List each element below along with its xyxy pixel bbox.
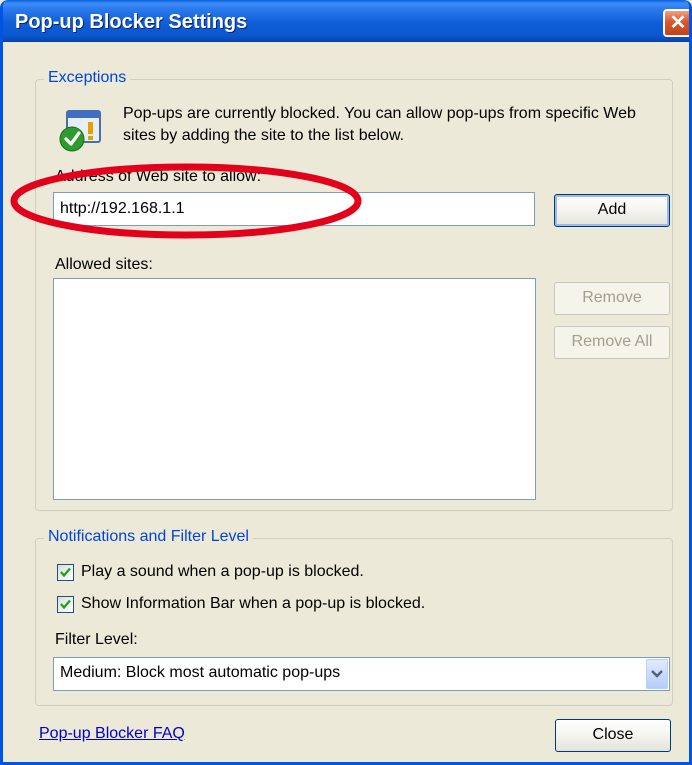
remove-button[interactable]: Remove — [554, 282, 670, 315]
add-button[interactable]: Add — [554, 194, 670, 227]
info-shield-icon — [59, 110, 101, 152]
allowed-sites-label: Allowed sites: — [55, 256, 153, 273]
allowed-sites-list[interactable] — [53, 278, 536, 500]
dropdown-arrow-icon[interactable] — [646, 659, 668, 689]
show-infobar-label[interactable]: Show Information Bar when a pop-up is bl… — [81, 595, 425, 613]
info-text: Pop-ups are currently blocked. You can a… — [123, 105, 636, 144]
checkmark-icon — [60, 567, 71, 578]
notifications-legend: Notifications and Filter Level — [44, 528, 253, 546]
checkmark-icon — [60, 599, 71, 610]
filter-level-select[interactable]: Medium: Block most automatic pop-ups — [53, 657, 670, 691]
filter-level-label: Filter Level: — [55, 631, 138, 648]
exceptions-legend: Exceptions — [44, 69, 131, 87]
play-sound-checkbox[interactable] — [57, 564, 74, 581]
title-bar[interactable]: Pop-up Blocker Settings — [3, 0, 689, 42]
address-input[interactable]: http://192.168.1.1 — [53, 192, 535, 226]
faq-link[interactable]: Pop-up Blocker FAQ — [39, 725, 185, 743]
address-label: Address of Web site to allow: — [55, 168, 262, 185]
close-button[interactable]: Close — [555, 719, 671, 752]
remove-all-button[interactable]: Remove All — [554, 326, 670, 359]
play-sound-label[interactable]: Play a sound when a pop-up is blocked. — [81, 563, 364, 581]
filter-level-value: Medium: Block most automatic pop-ups — [60, 664, 341, 681]
show-infobar-checkbox[interactable] — [57, 596, 74, 613]
popup-blocker-dialog: Pop-up Blocker Settings ✕ Exceptions Pop… — [0, 0, 692, 765]
window-title: Pop-up Blocker Settings — [15, 11, 248, 33]
close-icon[interactable]: ✕ — [663, 9, 689, 37]
